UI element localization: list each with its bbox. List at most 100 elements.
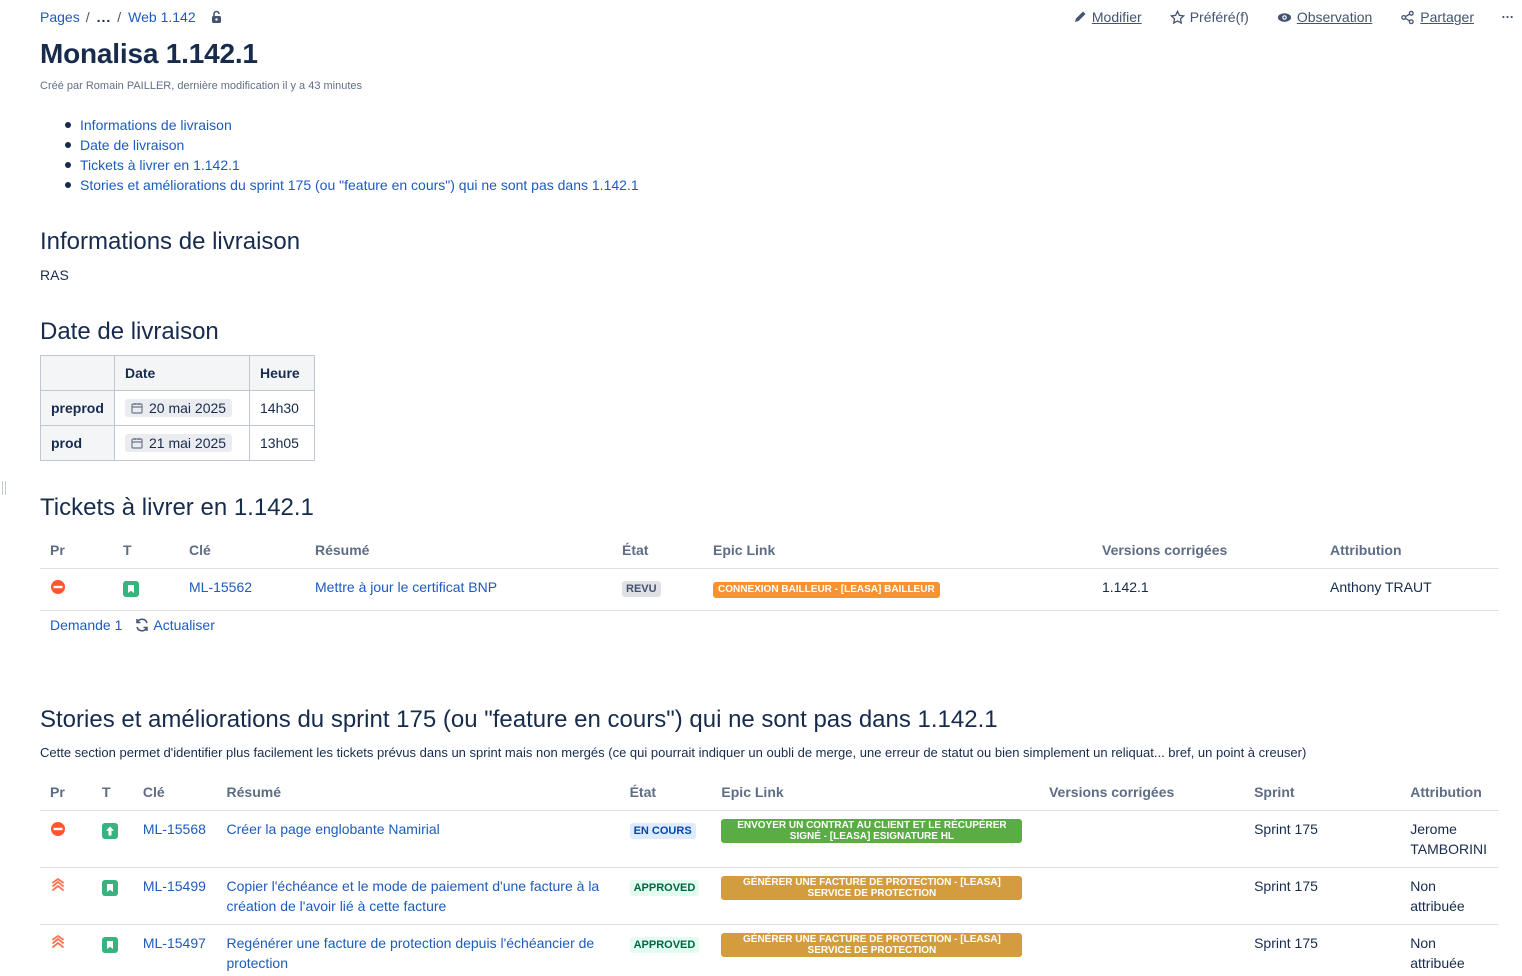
issue-count-link[interactable]: Demande 1 <box>50 617 122 633</box>
star-icon <box>1169 9 1185 24</box>
fix-version <box>1038 810 1245 868</box>
delivery-date-table: Date Heure preprod 20 mai 2025 14h30 pro… <box>40 355 315 461</box>
issue-summary-link[interactable]: Mettre à jour le certificat BNP <box>305 568 612 611</box>
edit-button[interactable]: Modifier <box>1073 9 1142 25</box>
toc-item[interactable]: Stories et améliorations du sprint 175 (… <box>65 175 639 195</box>
sidebar-resize-handle[interactable] <box>2 481 6 495</box>
share-icon <box>1401 10 1415 24</box>
page-actions: Modifier Préféré(f) Observation Partager <box>1073 9 1522 25</box>
column-header[interactable]: Résumé <box>216 774 620 811</box>
breadcrumb-pages[interactable]: Pages <box>40 9 80 25</box>
status-badge: REVU <box>622 580 661 597</box>
column-header[interactable]: Epic Link <box>711 774 1039 811</box>
blocker-priority-icon <box>51 821 65 836</box>
column-header[interactable]: État <box>619 774 712 811</box>
section-heading-tickets: Tickets à livrer en 1.142.1 <box>40 494 314 521</box>
column-header[interactable]: Pr <box>40 774 93 811</box>
time-cell: 13h05 <box>249 425 315 461</box>
eye-icon <box>1277 12 1291 22</box>
highest-priority-icon <box>52 877 64 891</box>
assignee: Anthony TRAUT <box>1320 568 1499 611</box>
column-header[interactable]: Clé <box>179 532 305 569</box>
column-header[interactable]: Attribution <box>1320 532 1499 569</box>
issue-key-link[interactable]: ML-15562 <box>179 568 305 611</box>
pencil-icon <box>1074 11 1086 22</box>
epic-link-badge[interactable]: GÉNÉRER UNE FACTURE DE PROTECTION - [LEA… <box>721 932 1023 957</box>
breadcrumb-separator: / <box>85 9 90 25</box>
issue-summary-link[interactable]: Créer la page englobante Namirial <box>216 810 620 868</box>
assignee: Non attribuée <box>1400 924 1499 976</box>
calendar-icon <box>131 403 143 414</box>
edit-label: Modifier <box>1091 9 1142 25</box>
refresh-icon <box>136 618 149 632</box>
status-badge: EN COURS <box>629 822 696 839</box>
toc-item[interactable]: Informations de livraison <box>65 115 639 135</box>
column-header[interactable]: Versions corrigées <box>1092 532 1320 569</box>
table-row: ML-15562 Mettre à jour le certificat BNP… <box>40 568 1499 611</box>
table-row: ML-15497 Regénérer une facture de protec… <box>40 924 1499 976</box>
unlock-icon[interactable] <box>210 10 224 24</box>
section-heading-info: Informations de livraison <box>40 228 301 255</box>
stories-description: Cette section permet d'identifier plus f… <box>40 745 1307 760</box>
breadcrumb-separator: / <box>117 9 122 25</box>
table-row: preprod 20 mai 2025 14h30 <box>40 390 315 426</box>
blocker-priority-icon <box>51 579 65 594</box>
story-type-icon <box>123 580 139 597</box>
table-row: ML-15568 Créer la page englobante Namiri… <box>40 810 1499 868</box>
table-row: ML-15499 Copier l'échéance et le mode de… <box>40 867 1499 925</box>
toc-item[interactable]: Date de livraison <box>65 135 639 155</box>
issue-summary-link[interactable]: Copier l'échéance et le mode de paiement… <box>216 867 620 925</box>
issue-key-link[interactable]: ML-15568 <box>132 810 217 868</box>
column-header[interactable]: Epic Link <box>703 532 1092 569</box>
section-heading-stories: Stories et améliorations du sprint 175 (… <box>40 706 998 733</box>
favorite-label: Préféré(f) <box>1189 9 1249 25</box>
column-header[interactable]: Pr <box>40 532 113 569</box>
calendar-icon <box>131 438 143 449</box>
column-header[interactable]: Sprint <box>1244 774 1401 811</box>
improvement-type-icon <box>102 822 119 839</box>
column-header[interactable]: Résumé <box>305 532 612 569</box>
story-type-icon <box>102 936 119 953</box>
fix-version: 1.142.1 <box>1092 568 1320 611</box>
status-badge: APPROVED <box>629 936 700 953</box>
epic-link-badge[interactable]: CONNEXION BAILLEUR - [LEASA] BAILLEUR <box>713 581 940 598</box>
column-header[interactable]: État <box>612 532 703 569</box>
breadcrumb-current[interactable]: Web 1.142 <box>128 9 195 25</box>
fix-version <box>1038 924 1245 976</box>
favorite-button[interactable]: Préféré(f) <box>1169 9 1249 25</box>
epic-link-badge[interactable]: GÉNÉRER UNE FACTURE DE PROTECTION - [LEA… <box>721 875 1023 900</box>
watch-label: Observation <box>1296 9 1373 25</box>
watch-button[interactable]: Observation <box>1277 9 1372 25</box>
top-bar: Pages / ... / Web 1.142 Modifier Préféré… <box>0 0 1522 34</box>
share-button[interactable]: Partager <box>1400 9 1474 25</box>
section-heading-date: Date de livraison <box>40 318 219 345</box>
sprint: Sprint 175 <box>1244 924 1401 976</box>
refresh-button[interactable]: Actualiser <box>134 617 215 633</box>
epic-link-badge[interactable]: ENVOYER UN CONTRAT AU CLIENT ET LE RÉCUP… <box>721 818 1023 843</box>
tickets-table: Pr T Clé Résumé État Epic Link Versions … <box>40 532 1499 611</box>
column-header[interactable]: Versions corrigées <box>1038 774 1245 811</box>
column-header[interactable]: T <box>113 532 179 569</box>
column-header[interactable]: Clé <box>132 774 217 811</box>
table-header: Heure <box>249 355 315 391</box>
column-header[interactable]: T <box>92 774 133 811</box>
date-chip[interactable]: 20 mai 2025 <box>125 399 233 417</box>
page-byline: Créé par Romain PAILLER, dernière modifi… <box>40 80 363 92</box>
table-of-contents: Informations de livraison Date de livrai… <box>65 115 639 195</box>
toc-item[interactable]: Tickets à livrer en 1.142.1 <box>65 155 639 175</box>
more-actions-icon[interactable] <box>1502 15 1518 19</box>
column-header[interactable]: Attribution <box>1400 774 1499 811</box>
breadcrumb-ellipsis[interactable]: ... <box>97 9 112 25</box>
sprint: Sprint 175 <box>1244 810 1401 868</box>
story-type-icon <box>102 879 119 896</box>
page-title: Monalisa 1.142.1 <box>40 38 258 69</box>
issue-key-link[interactable]: ML-15497 <box>132 924 217 976</box>
table-footer: Demande 1 Actualiser <box>50 617 215 633</box>
issue-summary-link[interactable]: Regénérer une facture de protection depu… <box>216 924 620 976</box>
date-chip[interactable]: 21 mai 2025 <box>125 434 233 452</box>
issue-key-link[interactable]: ML-15499 <box>132 867 217 925</box>
assignee: Non attribuée <box>1400 867 1499 925</box>
env-label: preprod <box>40 390 115 426</box>
time-cell: 14h30 <box>249 390 315 426</box>
env-label: prod <box>40 425 115 461</box>
